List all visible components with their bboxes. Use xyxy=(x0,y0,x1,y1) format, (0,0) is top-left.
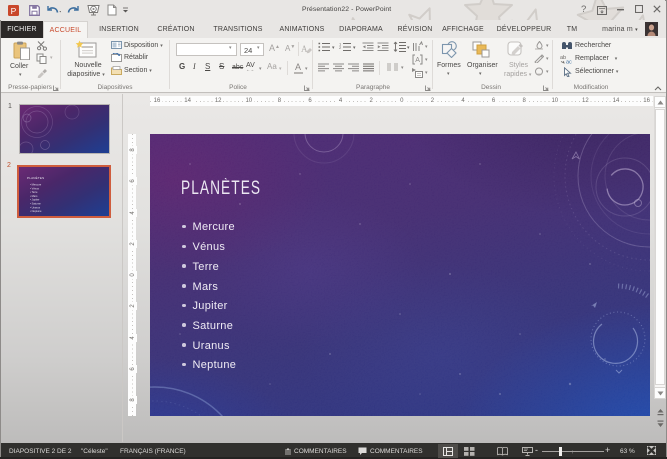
svg-text:ac: ac xyxy=(566,60,572,65)
svg-text:• Mercure: • Mercure xyxy=(30,183,42,187)
svg-text:PLANÈTES: PLANÈTES xyxy=(27,175,44,180)
svg-text:• Terre: • Terre xyxy=(30,190,38,194)
svg-text:• Neptune: • Neptune xyxy=(30,209,42,213)
svg-text:• Mars: • Mars xyxy=(30,194,38,198)
svg-text:2: 2 xyxy=(339,45,342,50)
svg-text:• Jupiter: • Jupiter xyxy=(30,198,40,202)
svg-text:• Uranus: • Uranus xyxy=(30,205,41,209)
svg-text:A: A xyxy=(415,57,420,64)
svg-text:• Saturne: • Saturne xyxy=(30,202,41,206)
svg-text:• Vénus: • Vénus xyxy=(30,186,40,190)
svg-text:P: P xyxy=(11,6,17,16)
